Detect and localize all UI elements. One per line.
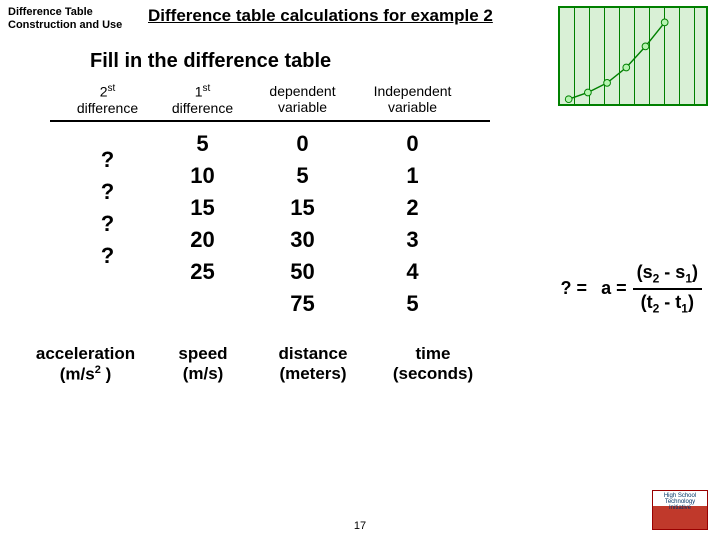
table-cell: ? bbox=[60, 176, 155, 208]
table-cell: ? bbox=[60, 240, 155, 272]
page-title: Difference table calculations for exampl… bbox=[148, 6, 493, 26]
header-2nd-diff: 2st difference bbox=[60, 83, 155, 116]
col-independent: 0 1 2 3 4 5 bbox=[355, 128, 470, 320]
table-cell: 1 bbox=[355, 160, 470, 192]
unit-speed: speed (m/s) bbox=[153, 344, 253, 385]
table-cell: 0 bbox=[355, 128, 470, 160]
unit-time: time (seconds) bbox=[373, 344, 493, 385]
table-cell: 0 bbox=[250, 128, 355, 160]
header-1st-diff: 1st difference bbox=[155, 83, 250, 116]
table-cell: 15 bbox=[155, 192, 250, 224]
table-cell: ? bbox=[60, 208, 155, 240]
table-cell: 5 bbox=[355, 288, 470, 320]
unit-distance: distance (meters) bbox=[253, 344, 373, 385]
table-cell: 15 bbox=[250, 192, 355, 224]
table-cell: 5 bbox=[155, 128, 250, 160]
table-cell: 10 bbox=[155, 160, 250, 192]
logo-hsti: High School Technology Initiative bbox=[652, 490, 708, 530]
section-label: Difference Table Construction and Use bbox=[8, 6, 138, 32]
table-rule bbox=[50, 120, 490, 122]
page-number: 17 bbox=[354, 520, 366, 532]
formula-fraction: (s2 - s1) (t2 - t1) bbox=[633, 260, 702, 317]
col-1st-diff: 5 10 15 20 25 bbox=[155, 128, 250, 320]
table-cell: 20 bbox=[155, 224, 250, 256]
table-cell: 2 bbox=[355, 192, 470, 224]
unit-acceleration: acceleration (m/s2 ) bbox=[18, 344, 153, 385]
table-cell: 3 bbox=[355, 224, 470, 256]
table-cell: 25 bbox=[155, 256, 250, 288]
table-cell: 50 bbox=[250, 256, 355, 288]
header-dependent: dependent variable bbox=[250, 83, 355, 116]
table-cell: 30 bbox=[250, 224, 355, 256]
col-dependent: 0 5 15 30 50 75 bbox=[250, 128, 355, 320]
table-cell: 75 bbox=[250, 288, 355, 320]
header-independent: Independent variable bbox=[355, 83, 470, 116]
col-2nd-diff: ? ? ? ? bbox=[60, 144, 155, 320]
table-cell: 5 bbox=[250, 160, 355, 192]
acceleration-formula: ? = a = (s2 - s1) (t2 - t1) bbox=[561, 260, 702, 317]
formula-lhs: ? = bbox=[561, 278, 588, 299]
units-row: acceleration (m/s2 ) speed (m/s) distanc… bbox=[18, 344, 720, 385]
table-cell: ? bbox=[60, 144, 155, 176]
chart-thumbnail bbox=[558, 6, 708, 106]
table-cell: 4 bbox=[355, 256, 470, 288]
formula-a-equals: a = bbox=[601, 278, 627, 299]
